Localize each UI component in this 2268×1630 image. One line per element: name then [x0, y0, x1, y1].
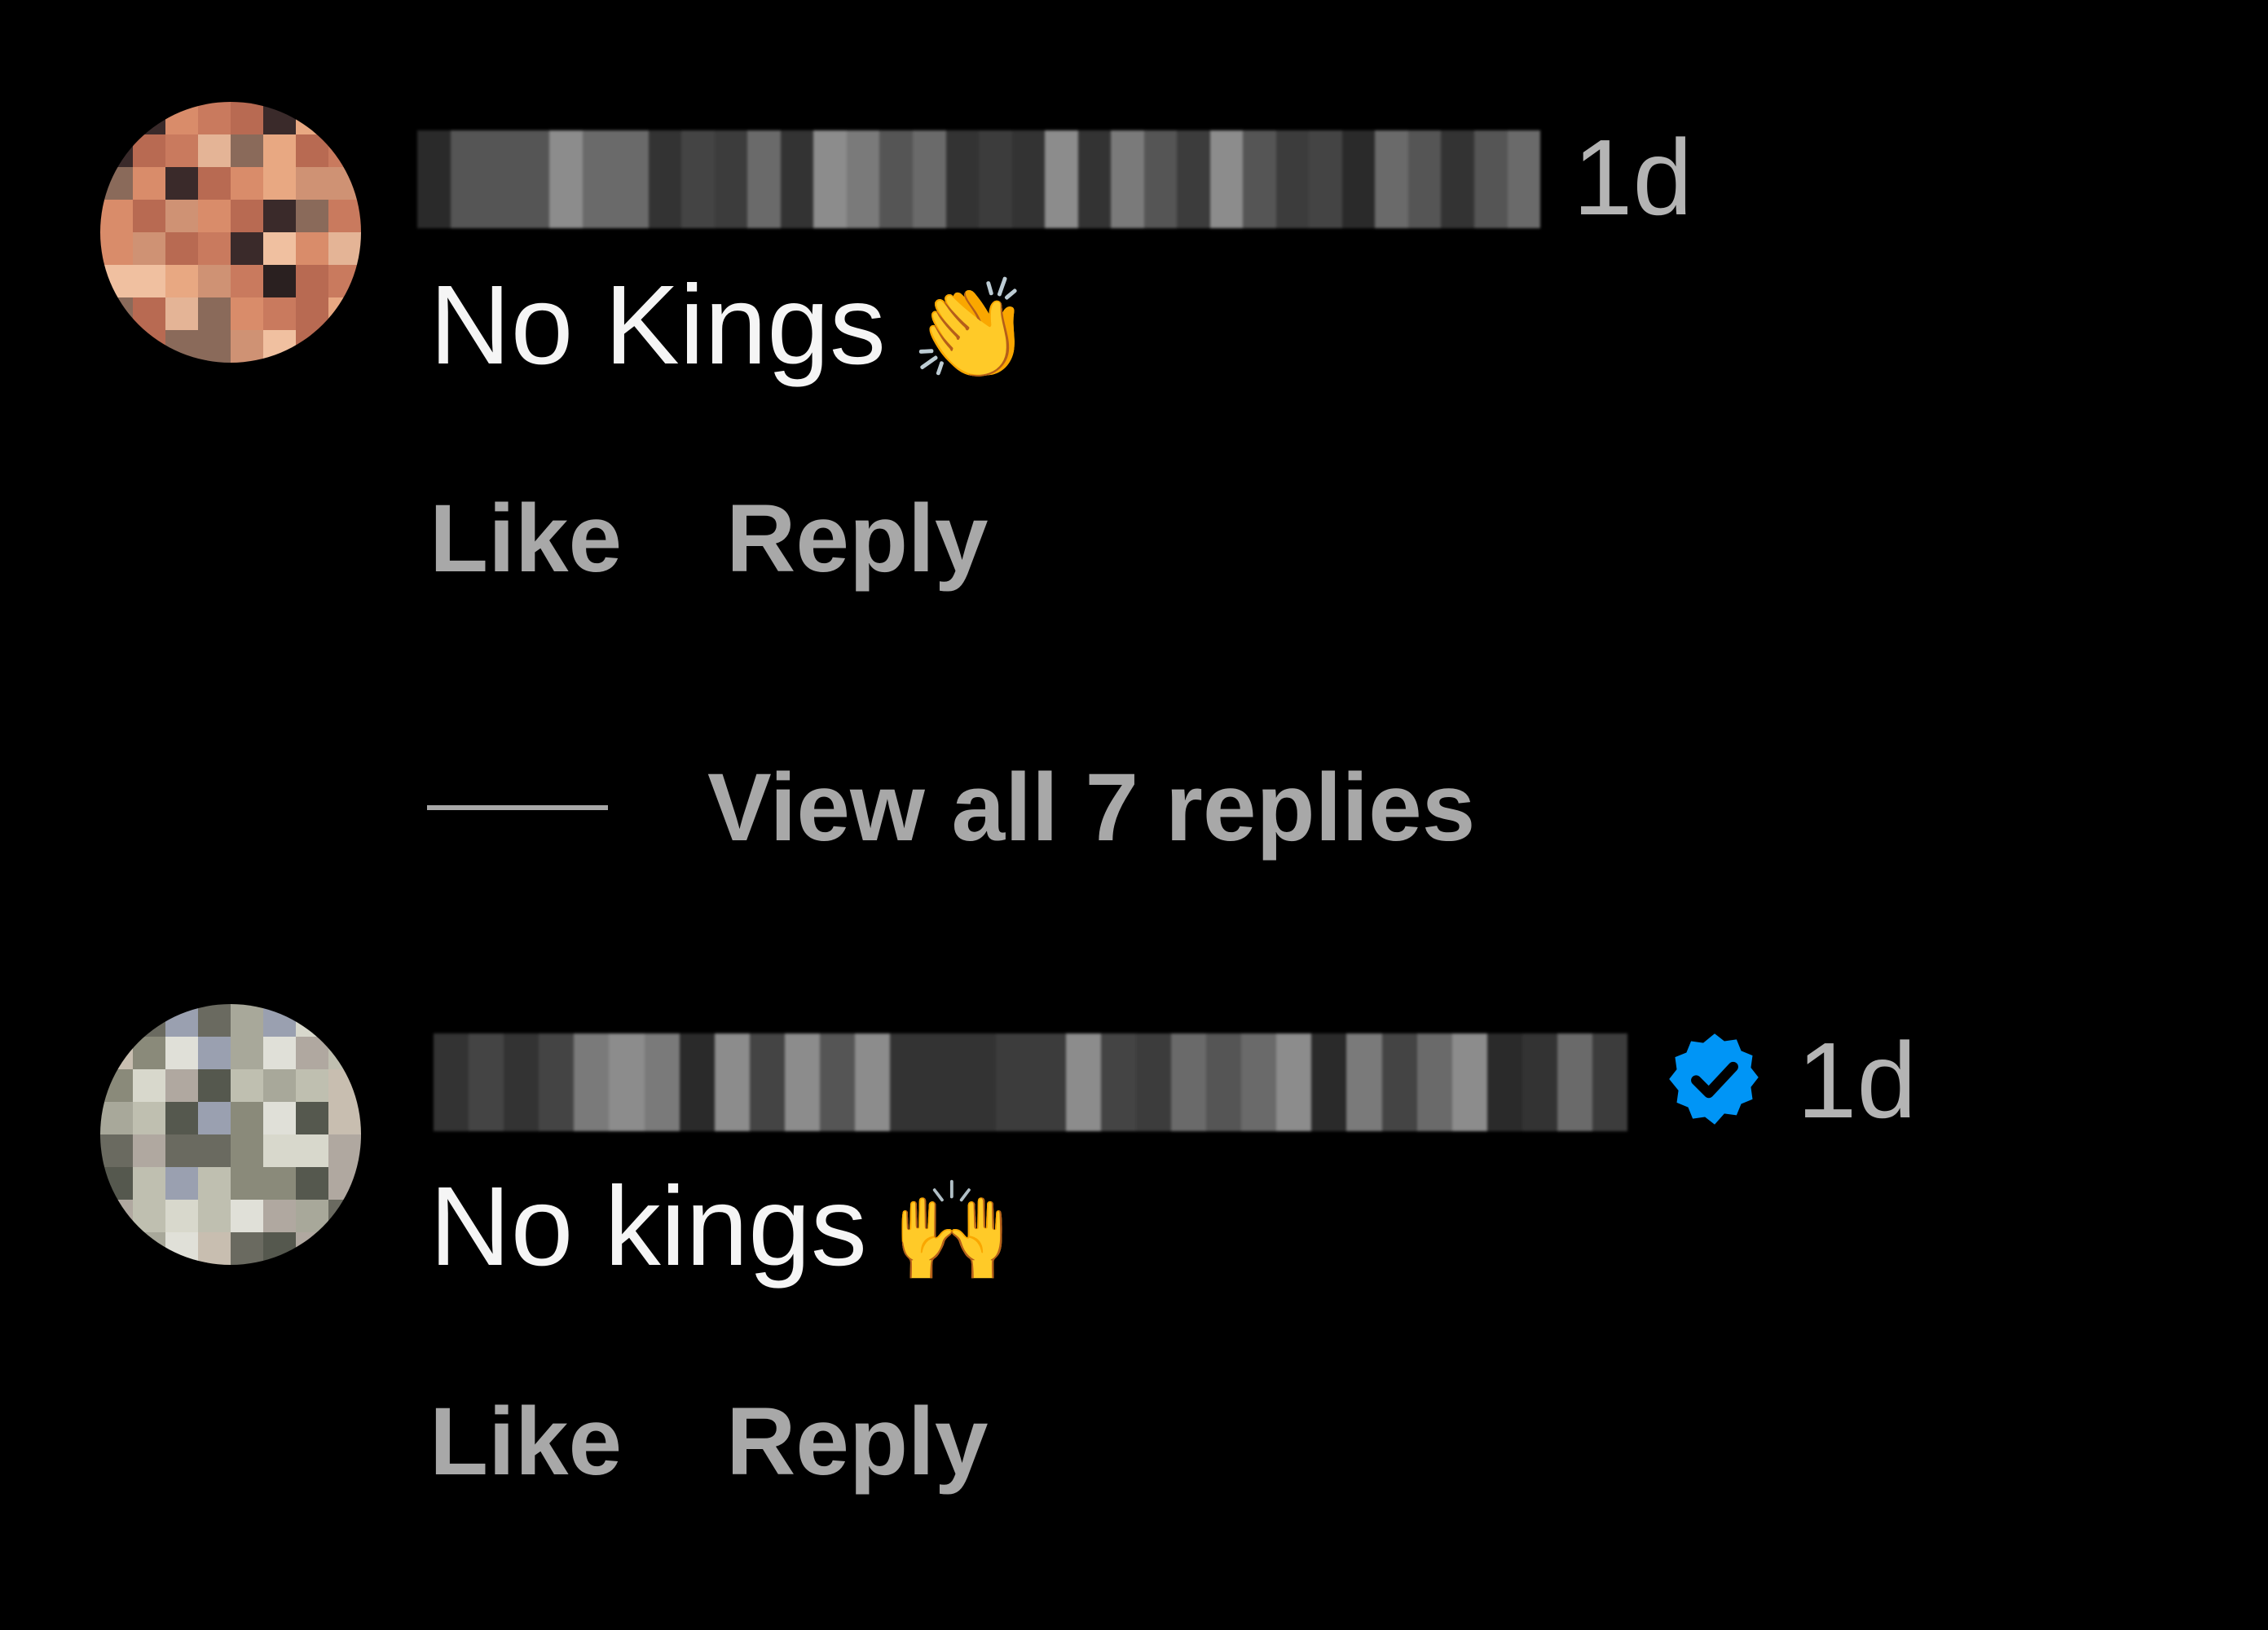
view-replies-label[interactable]: View all 7 replies — [707, 760, 1475, 856]
avatar[interactable] — [100, 102, 361, 363]
comment-body: No kings — [429, 1164, 867, 1289]
clapping-hands-emoji: 👏 — [909, 275, 1033, 385]
reply-button[interactable]: Reply — [726, 491, 988, 587]
comment-timestamp: 1d — [1573, 117, 1693, 237]
comment-text: No Kings 👏 — [429, 269, 1032, 381]
reply-button[interactable]: Reply — [726, 1394, 988, 1490]
view-replies-button[interactable]: View all 7 replies — [427, 760, 1475, 856]
comment-text: No kings 🙌 — [429, 1170, 1013, 1283]
username-redacted[interactable] — [417, 130, 1540, 228]
verified-badge-icon — [1669, 1033, 1759, 1125]
avatar[interactable] — [100, 1004, 361, 1265]
like-button[interactable]: Like — [429, 1394, 622, 1490]
comment-body: No Kings — [429, 262, 886, 388]
comment-actions: Like Reply — [429, 491, 988, 587]
like-button[interactable]: Like — [429, 491, 622, 587]
raising-hands-emoji: 🙌 — [891, 1177, 1014, 1286]
username-redacted[interactable] — [434, 1033, 1627, 1131]
replies-divider-line — [427, 805, 608, 810]
comment-timestamp: 1d — [1797, 1020, 1917, 1140]
comment-actions: Like Reply — [429, 1394, 988, 1490]
